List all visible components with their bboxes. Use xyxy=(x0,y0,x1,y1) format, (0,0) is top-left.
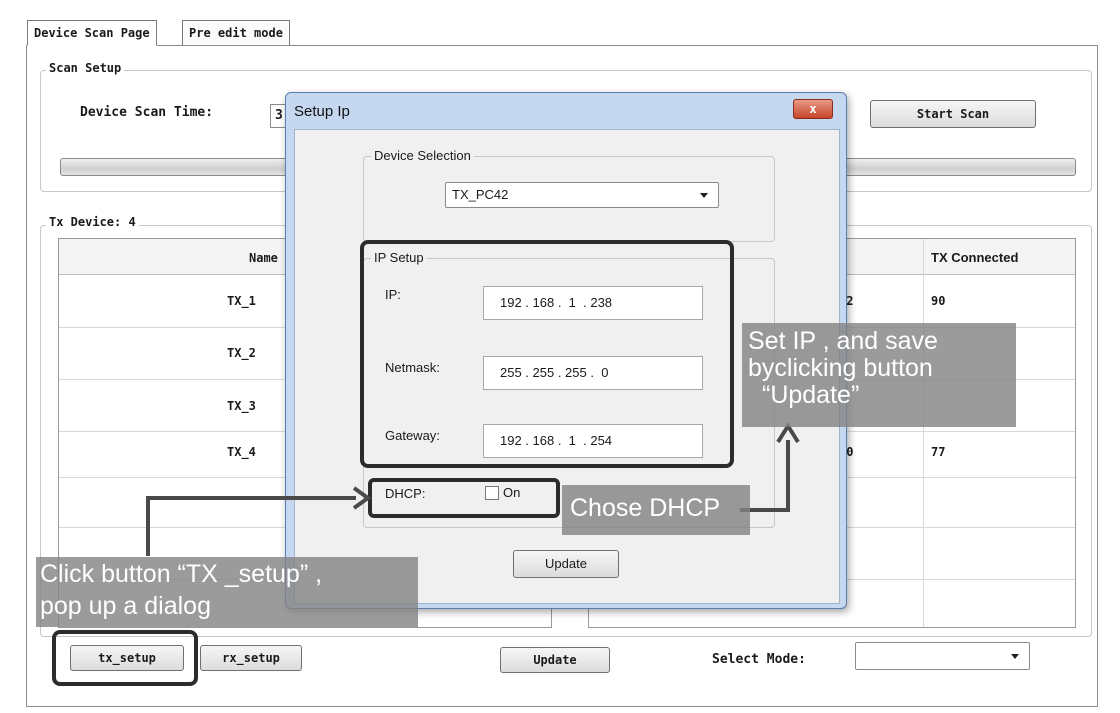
table-row[interactable]: TX_1 xyxy=(227,294,256,308)
set-ip-callout: Set IP , and save byclicking button “Upd… xyxy=(742,323,1016,427)
callout-line-1: Set IP , and save xyxy=(748,327,938,355)
connector-line xyxy=(146,496,356,500)
select-mode-label: Select Mode: xyxy=(712,652,806,667)
row-4-tx-connected: 77 xyxy=(931,445,946,459)
dhcp-highlight-frame xyxy=(368,478,560,518)
header-tx-connected[interactable]: TX Connected xyxy=(931,250,1018,265)
device-selected-value: TX_PC42 xyxy=(452,187,509,202)
callout-line-2: byclicking button xyxy=(748,354,933,382)
tx-setup-highlight-frame xyxy=(52,630,198,686)
connector-line xyxy=(786,440,790,512)
tab-pre-edit-mode[interactable]: Pre edit mode xyxy=(182,20,290,46)
callout-line-3: “Update” xyxy=(762,381,860,409)
chevron-down-icon xyxy=(1011,654,1019,659)
scan-setup-legend: Scan Setup xyxy=(46,61,125,75)
connector-line xyxy=(146,496,150,556)
header-name[interactable]: Name xyxy=(249,251,278,265)
close-icon[interactable]: x xyxy=(793,99,833,119)
select-mode-dropdown[interactable] xyxy=(855,642,1030,670)
table-row[interactable]: TX_2 xyxy=(227,346,256,360)
row-1-tx-connected: 90 xyxy=(931,294,946,308)
table-row[interactable]: TX_3 xyxy=(227,399,256,413)
tab-device-scan-page[interactable]: Device Scan Page xyxy=(27,20,157,46)
rx-setup-button[interactable]: rx_setup xyxy=(200,645,302,671)
callout-click-line-2: pop up a dialog xyxy=(40,592,211,620)
tx-device-legend: Tx Device: 4 xyxy=(46,215,139,229)
callout-chose-dhcp: Chose DHCP xyxy=(570,494,721,522)
ip-setup-highlight-frame xyxy=(360,240,734,468)
scan-time-label: Device Scan Time: xyxy=(80,105,214,120)
dialog-title: Setup Ip xyxy=(294,103,350,120)
dialog-update-button[interactable]: Update xyxy=(513,550,619,578)
chose-dhcp-callout: Chose DHCP xyxy=(562,485,750,535)
table-row[interactable]: TX_4 xyxy=(227,445,256,459)
arrow-right-icon xyxy=(352,486,372,510)
device-selection-dropdown[interactable]: TX_PC42 xyxy=(445,182,719,208)
device-selection-legend: Device Selection xyxy=(371,148,474,163)
chevron-down-icon xyxy=(700,193,708,198)
click-tx-setup-callout: Click button “TX _setup” , pop up a dial… xyxy=(36,557,418,627)
callout-click-line-1: Click button “TX _setup” , xyxy=(40,560,323,588)
start-scan-button[interactable]: Start Scan xyxy=(870,100,1036,128)
update-button[interactable]: Update xyxy=(500,647,610,673)
